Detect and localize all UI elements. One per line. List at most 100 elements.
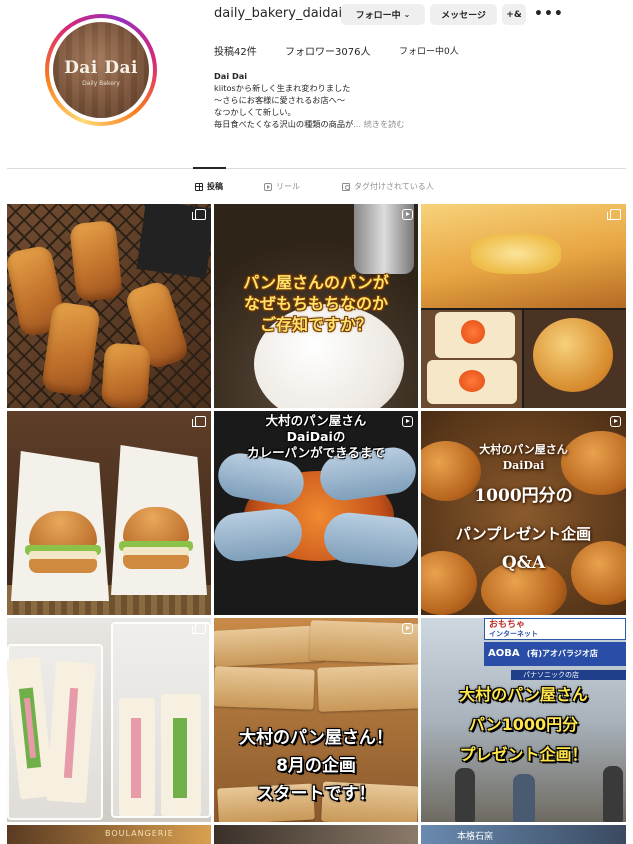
- post-caption: 本格石窯: [457, 832, 494, 842]
- overlay-line: 大村のパン屋さん: [479, 443, 568, 456]
- post-overlay-text: パン屋さんのパンが なぜもちもちなのか ご存知ですか？: [214, 272, 418, 335]
- overlay-line: Q&A: [501, 553, 546, 573]
- post-tile[interactable]: 大村のパン屋さん DaiDai 1000円分の パンプレゼント企画 Q&A: [421, 411, 626, 615]
- grid-icon: [195, 182, 203, 191]
- posts-count: 投稿42件: [214, 47, 257, 58]
- overlay-line: カレーパンができるまで: [247, 445, 385, 460]
- bread-bag: [317, 664, 418, 712]
- bread-roll: [571, 541, 626, 605]
- person: [455, 768, 475, 822]
- reel-icon: [610, 416, 621, 427]
- shop-sign-text: AOBA: [488, 648, 520, 659]
- bio: Dai Dai kiitosから新しく生まれ変わりました ～さらにお客様に愛され…: [214, 70, 405, 130]
- chevron-down-icon: ⌄: [403, 10, 411, 19]
- overlay-line: 大村のパン屋さん！: [239, 728, 393, 748]
- avatar-frame: Dai Dai Daily Bakery: [49, 18, 153, 122]
- tab-tagged[interactable]: タグ付けされている人: [342, 181, 434, 192]
- tab-reels[interactable]: リール: [264, 181, 300, 192]
- carousel-icon: [607, 209, 621, 220]
- overlay-line: パンプレゼント企画: [455, 525, 592, 543]
- post-overlay-text: 大村のパン屋さん パン1000円分 プレゼント企画！: [421, 680, 626, 770]
- carousel-icon: [192, 623, 206, 634]
- bio-line: なつかしくて新しい。: [214, 107, 296, 117]
- username: daily_bakery_daidai: [214, 6, 343, 21]
- reels-icon: [264, 182, 272, 191]
- egg-yolk: [461, 320, 485, 344]
- reel-icon: [402, 209, 413, 220]
- post-overlay-text: 大村のパン屋さん DaiDaiの カレーパンができるまで: [214, 413, 418, 461]
- followers-count[interactable]: フォロワー3076人: [285, 43, 370, 58]
- post-tile[interactable]: [7, 411, 211, 615]
- bio-line: 毎日食べたくなる沢山の種類の商品が: [214, 119, 354, 129]
- bread-bag: [214, 625, 325, 667]
- overlay-line: なぜもちもちなのか: [243, 294, 388, 313]
- overlay-line: 大村のパン屋さん: [265, 413, 367, 428]
- post-tile[interactable]: おもちゃ インターネット AOBA (有)アオバラジオ店 パナソニックの店 大村…: [421, 618, 626, 822]
- bio-line: kiitosから新しく生まれ変わりました: [214, 83, 351, 93]
- bread-bag: [214, 666, 315, 710]
- read-more-link[interactable]: ... 続きを読む: [353, 119, 404, 129]
- tab-posts[interactable]: 投稿: [195, 181, 223, 192]
- bio-name: Dai Dai: [214, 71, 248, 81]
- post-tile[interactable]: [421, 204, 626, 408]
- message-button-label: メッセージ: [441, 11, 486, 21]
- overlay-line: DaiDai: [502, 459, 545, 472]
- shop-sign-text: パナソニックの店: [523, 671, 579, 679]
- post-tile[interactable]: 大村のパン屋さん！ 8月の企画 スタートです！: [214, 618, 418, 822]
- more-options-icon[interactable]: •••: [534, 6, 564, 22]
- story-ring[interactable]: Dai Dai Daily Bakery: [45, 14, 157, 126]
- avatar[interactable]: Dai Dai Daily Bakery: [53, 22, 149, 118]
- avatar-logo-subtext: Daily Bakery: [82, 80, 120, 87]
- reel-icon: [402, 416, 413, 427]
- overlay-line: DaiDaiの: [286, 429, 346, 444]
- overlay-line: 8月の企画: [276, 756, 356, 776]
- cheese-toast: [421, 204, 626, 308]
- person: [603, 766, 623, 822]
- post-tile[interactable]: パン屋さんのパンが なぜもちもちなのか ご存知ですか？: [214, 204, 418, 408]
- pastry: [100, 342, 152, 408]
- overlay-line: 1000円分の: [474, 486, 573, 506]
- pastry: [69, 219, 123, 303]
- active-tab-indicator: [193, 167, 226, 169]
- avatar-logo-text: Dai Dai: [64, 58, 138, 78]
- overlay-line: 大村のパン屋さん: [459, 685, 588, 704]
- overlay-line: パン屋さんのパンが: [243, 273, 389, 292]
- person: [513, 774, 535, 822]
- add-user-button[interactable]: +&: [502, 4, 526, 25]
- carousel-icon: [192, 209, 206, 220]
- burger-bun: [29, 559, 97, 573]
- egg-yolk: [459, 370, 485, 392]
- shop-sign-text: インターネット: [489, 630, 538, 638]
- shop-sign-text: (有)アオバラジオ店: [526, 649, 598, 658]
- following-button[interactable]: フォロー中 ⌄: [341, 4, 425, 25]
- tab-tagged-label: タグ付けされている人: [354, 182, 434, 191]
- tagged-icon: [342, 182, 350, 191]
- bio-line: ～さらにお客様に愛されるお店へ～: [214, 95, 346, 105]
- post-tile[interactable]: 本格石窯: [421, 825, 626, 844]
- shop-sign: パナソニックの店: [511, 670, 626, 680]
- shop-sign: AOBA (有)アオバラジオ店: [484, 642, 626, 666]
- post-tile[interactable]: [7, 204, 211, 408]
- overlay-line: パン1000円分: [468, 715, 579, 734]
- shop-sign: おもちゃ インターネット: [484, 618, 626, 640]
- add-user-icon: +&: [506, 9, 522, 20]
- ham: [131, 718, 141, 798]
- reel-icon: [610, 623, 621, 634]
- overlay-line: スタートです！: [256, 784, 376, 804]
- tabs-divider: [7, 168, 626, 169]
- post-overlay-text: 大村のパン屋さん！ 8月の企画 スタートです！: [214, 724, 418, 808]
- melon-pan: [533, 318, 613, 392]
- carousel-icon: [192, 416, 206, 427]
- shop-sign-text: おもちゃ: [489, 620, 526, 630]
- post-tile[interactable]: [7, 618, 211, 822]
- overlay-line: ご存知ですか？: [259, 315, 372, 334]
- following-count[interactable]: フォロー中0人: [399, 44, 459, 57]
- post-tile[interactable]: 大村のパン屋さん DaiDaiの カレーパンができるまで: [214, 411, 418, 615]
- post-tile[interactable]: BOULANGERIE: [7, 825, 211, 844]
- overlay-line: プレゼント企画！: [459, 745, 588, 764]
- following-button-label: フォロー中: [355, 11, 401, 21]
- lettuce: [173, 718, 187, 798]
- message-button[interactable]: メッセージ: [430, 4, 497, 25]
- tab-posts-label: 投稿: [207, 182, 223, 191]
- post-tile[interactable]: [214, 825, 418, 844]
